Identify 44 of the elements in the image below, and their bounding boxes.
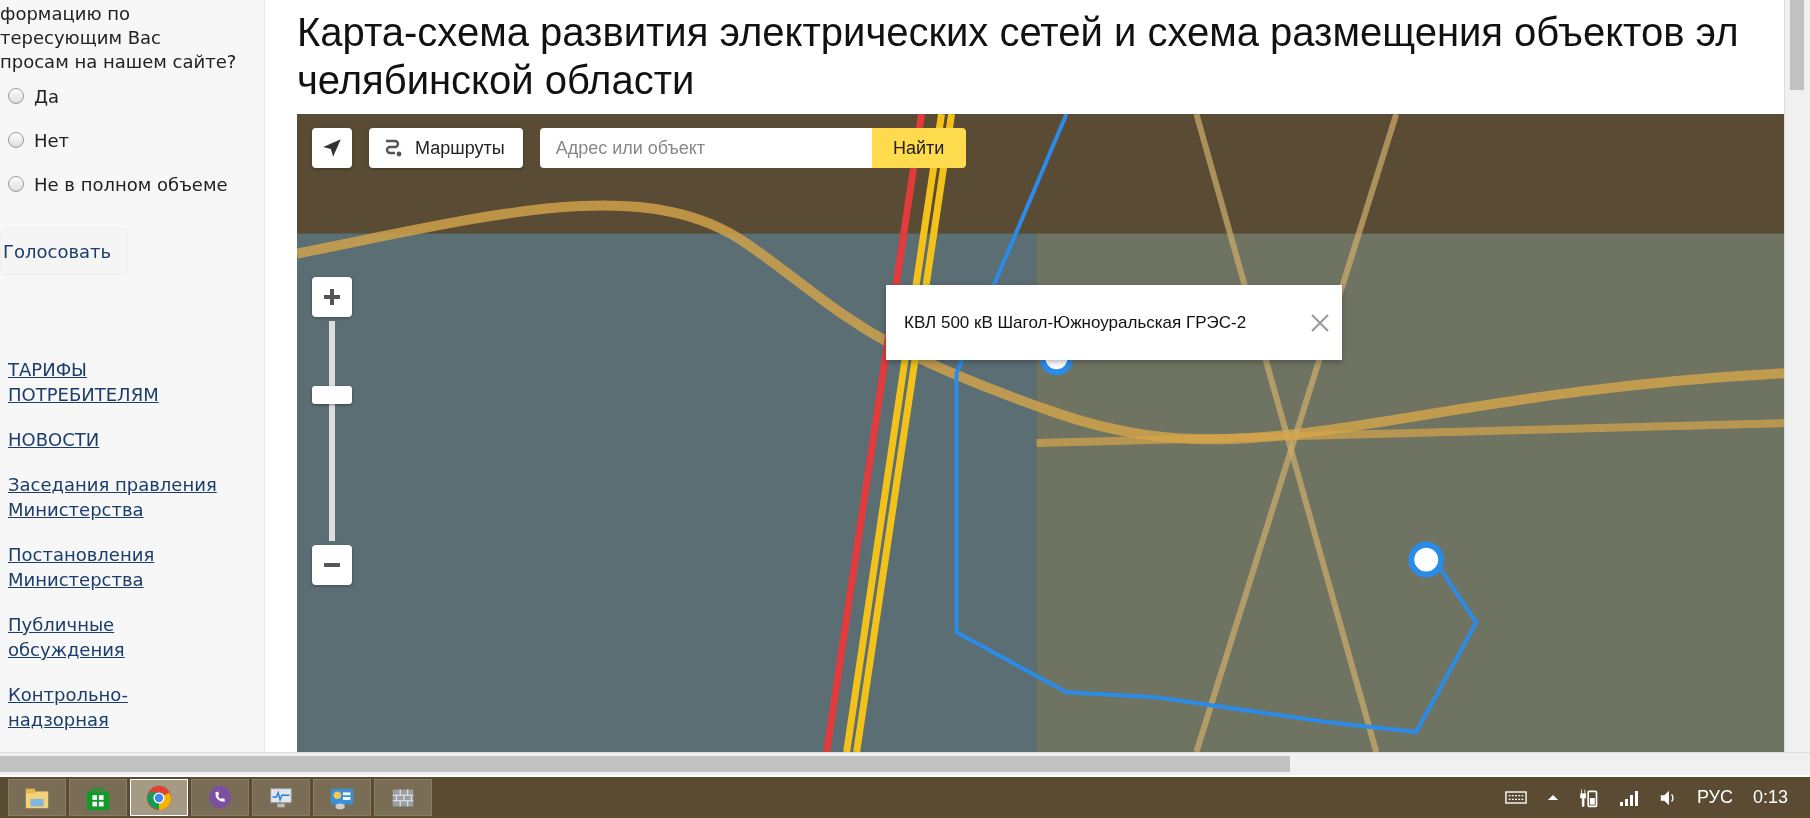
vote-button[interactable]: Голосовать xyxy=(0,228,129,275)
radio-label: Не в полном объеме xyxy=(34,173,228,195)
routes-button[interactable]: Маршруты xyxy=(369,128,523,168)
poll-question-text: тересующим Вас xyxy=(0,26,161,50)
close-icon[interactable] xyxy=(1310,312,1330,333)
speaker-icon[interactable] xyxy=(1658,788,1677,807)
sidebar-link[interactable]: Заседания правления Министерства xyxy=(8,472,218,522)
poll-question-text: просам на нашем сайте? xyxy=(0,50,237,74)
sidebar-link[interactable]: НОВОСТИ xyxy=(8,427,100,452)
keyboard-icon[interactable] xyxy=(1504,791,1527,804)
find-button[interactable]: Найти xyxy=(871,128,966,168)
address-search-field[interactable]: Адрес или объект xyxy=(539,128,872,168)
taskbar-app-button[interactable] xyxy=(374,779,432,816)
sidebar-link[interactable]: Контрольно-надзорная xyxy=(8,682,218,732)
sidebar-link[interactable]: Постановления Министерства xyxy=(8,542,218,592)
taskbar-app-button[interactable] xyxy=(69,779,127,816)
arrow-icon xyxy=(321,137,343,159)
radio-button[interactable] xyxy=(8,176,24,192)
route-icon xyxy=(383,138,403,158)
radio-button[interactable] xyxy=(8,132,24,148)
location-arrow-button[interactable] xyxy=(312,128,352,168)
zoom-out-button[interactable] xyxy=(312,545,352,585)
radio-label: Да xyxy=(34,85,60,107)
input-language-indicator[interactable]: РУС xyxy=(1696,787,1733,808)
caret-up-icon[interactable] xyxy=(1546,794,1559,801)
signal-bars-icon[interactable] xyxy=(1618,789,1639,806)
taskbar-app-button[interactable] xyxy=(252,779,310,816)
poll-question-text: формацию по xyxy=(0,2,131,26)
taskbar-app-button[interactable] xyxy=(313,779,371,816)
horizontal-scrollbar[interactable] xyxy=(0,752,1810,775)
page-title: Карта-схема развития электрических сетей и схема размещения объектов эл xyxy=(297,9,1739,56)
browser-icon xyxy=(145,783,173,812)
popup-text: КВЛ 500 кВ Шагол-Южноуральская ГРЭС-2 xyxy=(904,312,1247,333)
sidebar-link[interactable]: Публичные обсуждения xyxy=(8,612,218,662)
plus-icon xyxy=(322,287,342,307)
page-title: челябинской области xyxy=(297,57,695,104)
clock-text[interactable]: 0:13 xyxy=(1752,787,1788,808)
minus-icon xyxy=(324,563,340,567)
taskbar-app-button[interactable] xyxy=(8,779,66,816)
zoom-in-button[interactable] xyxy=(312,277,352,317)
radio-button[interactable] xyxy=(8,88,24,104)
radio-label: Нет xyxy=(34,129,70,151)
sidebar-link[interactable]: ТАРИФЫ ПОТРЕБИТЕЛЯМ xyxy=(8,357,218,407)
vertical-scrollbar[interactable] xyxy=(1784,0,1810,752)
